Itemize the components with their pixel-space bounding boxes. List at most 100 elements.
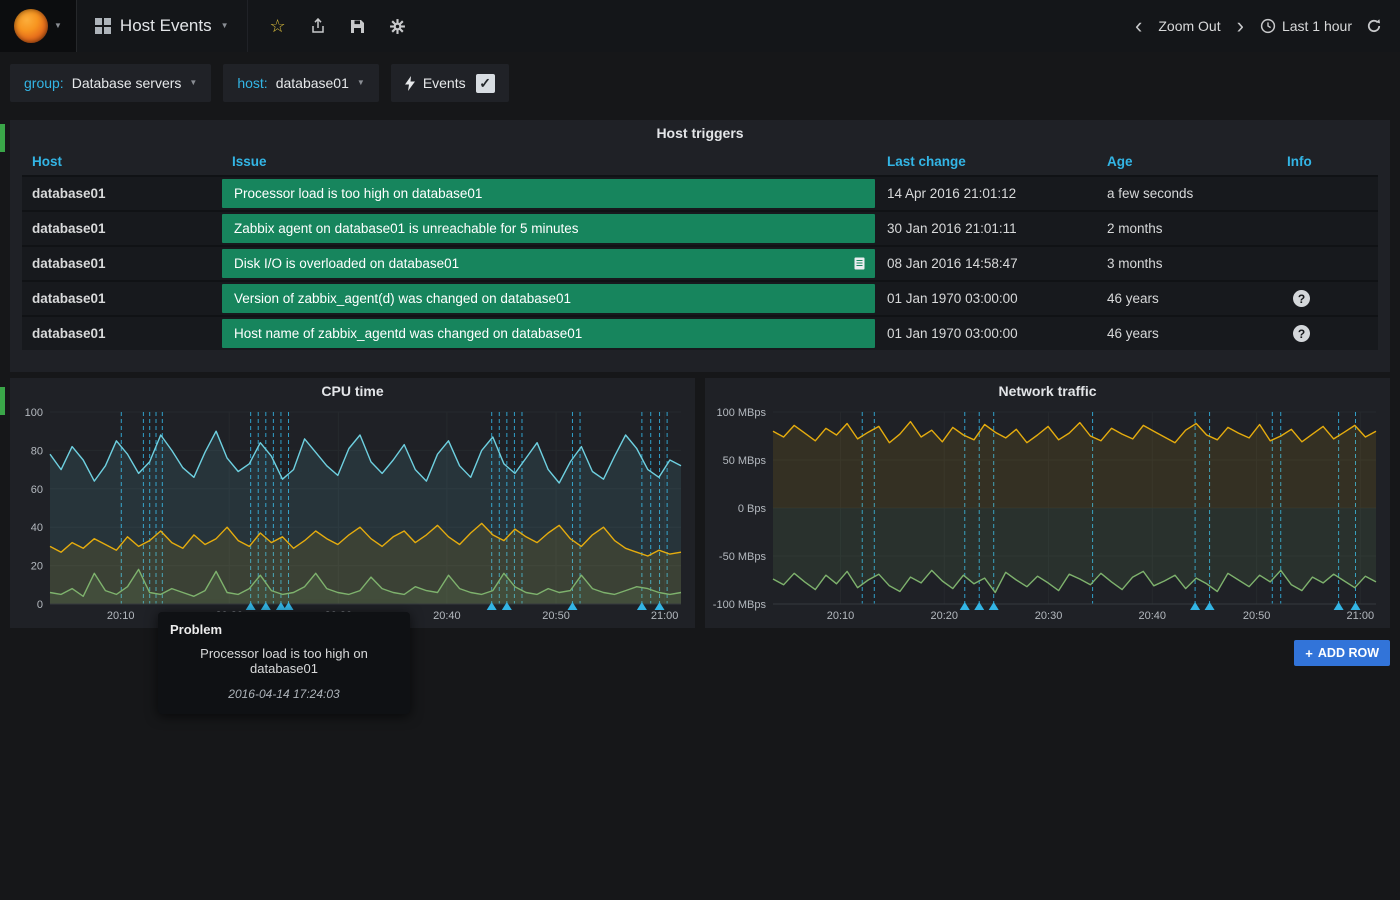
dashboard-grid-icon — [95, 18, 111, 34]
host-variable-label: host: — [237, 75, 267, 91]
lightning-icon — [405, 76, 415, 91]
triggers-table: Host Issue Last change Age Info database… — [22, 148, 1378, 350]
settings-button[interactable] — [389, 18, 406, 35]
trigger-last-change: 01 Jan 1970 03:00:00 — [877, 316, 1097, 350]
annotation-tooltip-text: Processor load is too high on database01 — [170, 646, 398, 676]
trigger-info — [1277, 211, 1378, 246]
svg-text:20:50: 20:50 — [1243, 610, 1271, 622]
network-traffic-panel: Network traffic 100 MBps50 MBps0 Bps-50 … — [705, 378, 1390, 628]
navbar: ▼ Host Events ▼ ☆ ‹ Zoom Out › Last 1 ho… — [0, 0, 1400, 52]
panel-title-cpu-time[interactable]: CPU time — [10, 378, 695, 404]
issue-badge[interactable]: Zabbix agent on database01 is unreachabl… — [222, 214, 875, 243]
issue-badge[interactable]: Disk I/O is overloaded on database01 — [222, 249, 875, 278]
host-triggers-panel: Host triggers Host Issue Last change Age… — [10, 120, 1390, 372]
group-variable-value: Database servers — [72, 75, 182, 91]
svg-text:40: 40 — [31, 522, 43, 534]
trigger-info — [1277, 176, 1378, 211]
dashboard-title: Host Events — [120, 16, 212, 36]
network-traffic-chart[interactable]: 100 MBps50 MBps0 Bps-50 MBps-100 MBps20:… — [711, 404, 1384, 624]
star-button[interactable]: ☆ — [270, 17, 286, 35]
time-range-picker[interactable]: Last 1 hour — [1260, 18, 1352, 34]
svg-text:20:50: 20:50 — [542, 610, 570, 622]
grafana-menu-button[interactable]: ▼ — [0, 0, 77, 52]
trigger-age: 3 months — [1097, 246, 1277, 281]
trigger-last-change: 30 Jan 2016 21:01:11 — [877, 211, 1097, 246]
star-icon: ☆ — [270, 17, 286, 35]
svg-text:0 Bps: 0 Bps — [738, 503, 767, 515]
panel-title-host-triggers[interactable]: Host triggers — [10, 120, 1390, 146]
save-icon — [350, 19, 365, 34]
trigger-host: database01 — [22, 211, 222, 246]
issue-text: Version of zabbix_agent(d) was changed o… — [234, 291, 571, 306]
issue-text: Zabbix agent on database01 is unreachabl… — [234, 221, 578, 236]
events-toggle[interactable]: Events ✓ — [391, 64, 509, 102]
svg-text:20:20: 20:20 — [930, 610, 958, 622]
grafana-logo-icon — [14, 9, 48, 43]
cpu-time-panel: CPU time 10080604020020:1020:2020:3020:4… — [10, 378, 695, 628]
panel-title-network-traffic[interactable]: Network traffic — [705, 378, 1390, 404]
trigger-row: database01 Host name of zabbix_agentd wa… — [22, 316, 1378, 350]
refresh-icon — [1366, 18, 1382, 34]
issue-badge[interactable]: Version of zabbix_agent(d) was changed o… — [222, 284, 875, 313]
host-variable-dropdown[interactable]: host: database01 ▼ — [223, 64, 378, 102]
refresh-button[interactable] — [1366, 18, 1382, 34]
events-label: Events — [423, 75, 466, 91]
trigger-host: database01 — [22, 176, 222, 211]
add-row-label: ADD ROW — [1318, 646, 1379, 660]
triggers-header-row: Host Issue Last change Age Info — [22, 148, 1378, 176]
row-edit-handle[interactable] — [0, 387, 5, 415]
trigger-row: database01 Disk I/O is overloaded on dat… — [22, 246, 1378, 281]
chevron-down-icon: ▼ — [189, 79, 197, 87]
svg-text:100 MBps: 100 MBps — [716, 407, 766, 419]
issue-text: Host name of zabbix_agentd was changed o… — [234, 326, 582, 341]
group-variable-label: group: — [24, 75, 64, 91]
zoom-out-button[interactable]: Zoom Out — [1158, 18, 1220, 34]
svg-text:0: 0 — [37, 599, 43, 611]
share-button[interactable] — [310, 18, 326, 34]
svg-text:-50 MBps: -50 MBps — [719, 551, 767, 563]
trigger-age: a few seconds — [1097, 176, 1277, 211]
chevron-down-icon: ▼ — [221, 22, 229, 30]
trigger-host: database01 — [22, 246, 222, 281]
add-row-button[interactable]: + ADD ROW — [1294, 640, 1390, 666]
chevron-down-icon: ▼ — [357, 79, 365, 87]
trigger-host: database01 — [22, 281, 222, 316]
issue-badge[interactable]: Processor load is too high on database01 — [222, 179, 875, 208]
column-header-host[interactable]: Host — [22, 148, 222, 176]
trigger-host: database01 — [22, 316, 222, 350]
events-checkbox[interactable]: ✓ — [476, 74, 495, 93]
gear-icon — [389, 18, 406, 35]
column-header-age[interactable]: Age — [1097, 148, 1277, 176]
svg-text:20: 20 — [31, 561, 43, 573]
trigger-age: 46 years — [1097, 316, 1277, 350]
dashboard-title-menu[interactable]: Host Events ▼ — [77, 0, 248, 52]
row-edit-handle[interactable] — [0, 124, 5, 152]
document-icon[interactable] — [854, 257, 865, 273]
annotation-tooltip: Problem Processor load is too high on da… — [158, 612, 410, 714]
trigger-last-change: 14 Apr 2016 21:01:12 — [877, 176, 1097, 211]
issue-badge[interactable]: Host name of zabbix_agentd was changed o… — [222, 319, 875, 348]
trigger-last-change: 01 Jan 1970 03:00:00 — [877, 281, 1097, 316]
svg-text:80: 80 — [31, 445, 43, 457]
cpu-time-chart[interactable]: 10080604020020:1020:2020:3020:4020:5021:… — [16, 404, 689, 624]
chevron-down-icon: ▼ — [54, 22, 62, 30]
issue-text: Disk I/O is overloaded on database01 — [234, 256, 459, 271]
svg-text:20:10: 20:10 — [107, 610, 135, 622]
help-icon[interactable]: ? — [1293, 325, 1310, 342]
svg-text:21:00: 21:00 — [651, 610, 679, 622]
host-variable-value: database01 — [276, 75, 349, 91]
trigger-age: 46 years — [1097, 281, 1277, 316]
time-shift-back-button[interactable]: ‹ — [1133, 15, 1144, 37]
svg-text:-100 MBps: -100 MBps — [713, 599, 767, 611]
plus-icon: + — [1305, 647, 1313, 660]
column-header-info[interactable]: Info — [1277, 148, 1378, 176]
save-button[interactable] — [350, 19, 365, 34]
help-icon[interactable]: ? — [1293, 290, 1310, 307]
group-variable-dropdown[interactable]: group: Database servers ▼ — [10, 64, 211, 102]
column-header-last-change[interactable]: Last change — [877, 148, 1097, 176]
submenu: group: Database servers ▼ host: database… — [10, 52, 509, 114]
trigger-info — [1277, 246, 1378, 281]
column-header-issue[interactable]: Issue — [222, 148, 877, 176]
time-shift-forward-button[interactable]: › — [1235, 15, 1246, 37]
svg-text:20:40: 20:40 — [1139, 610, 1167, 622]
